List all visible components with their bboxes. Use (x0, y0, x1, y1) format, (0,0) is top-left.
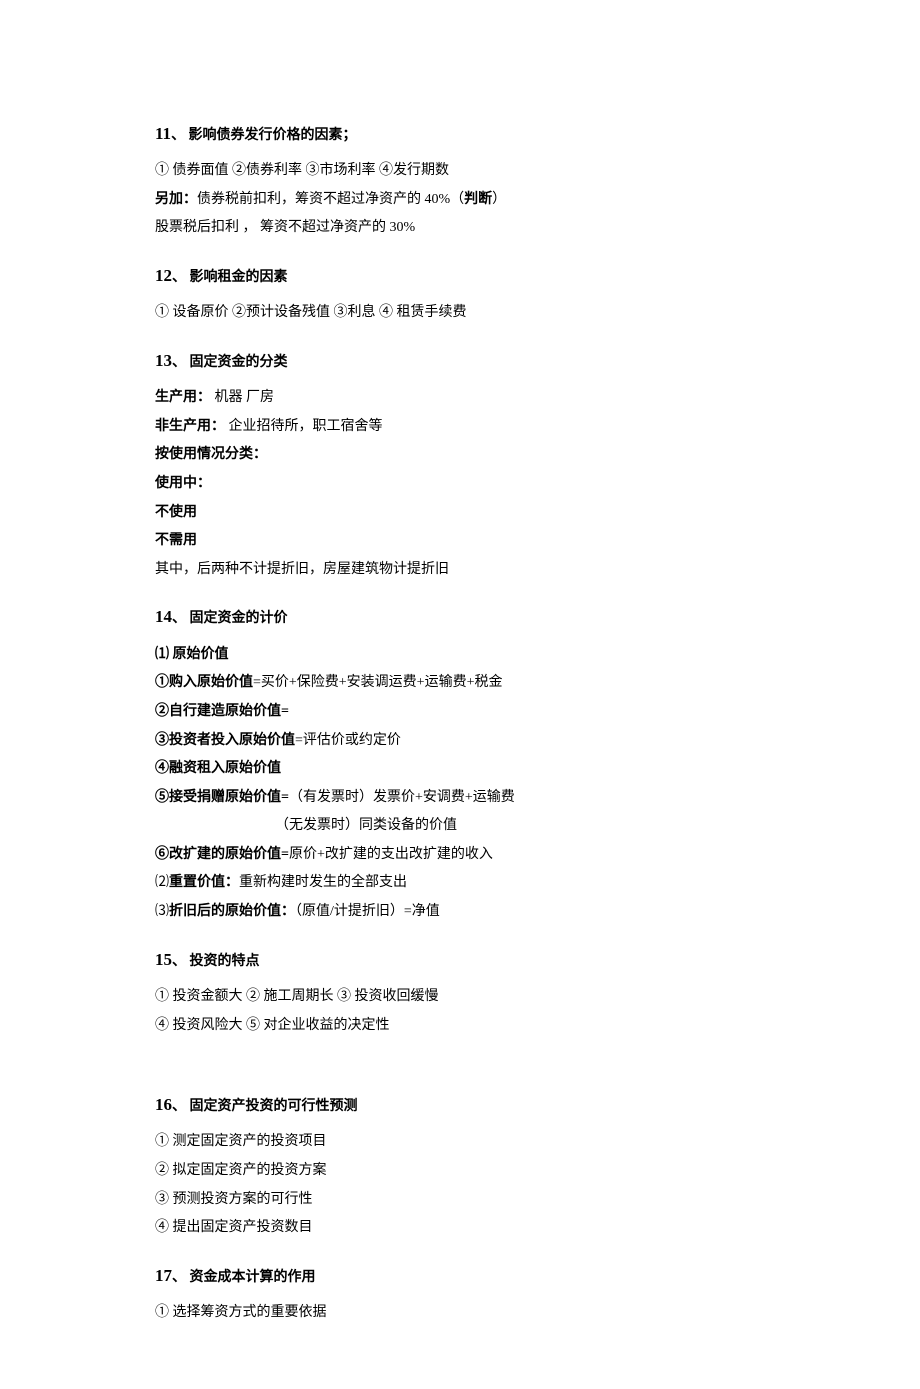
s11-line3: 股票税后扣利 ， 筹资不超过净资产的 30% (155, 215, 765, 242)
section-14-num: 14 (155, 607, 172, 626)
s14-line3: ②自行建造原始价值= (155, 699, 765, 726)
s14-line8: ⑥改扩建的原始价值=原价+改扩建的支出改扩建的收入 (155, 842, 765, 869)
section-17-num: 17 (155, 1266, 172, 1285)
section-12-num: 12 (155, 266, 172, 285)
s17-line1: ① 选择筹资方式的重要依据 (155, 1300, 765, 1327)
section-15-title: 15、 投资的特点 (155, 944, 765, 976)
s14-line6: ⑤接受捐赠原始价值=（有发票时）发票价+安调费+运输费 (155, 785, 765, 812)
section-13-title: 13、 固定资金的分类 (155, 345, 765, 377)
s13-line6: 不需用 (155, 528, 765, 555)
spacer (155, 1041, 765, 1071)
s14-line1: ⑴ 原始价值 (155, 642, 765, 669)
section-17-title: 17、 资金成本计算的作用 (155, 1260, 765, 1292)
s13-line7: 其中，后两种不计提折旧，房屋建筑物计提折旧 (155, 557, 765, 584)
section-12-title: 12、 影响租金的因素 (155, 260, 765, 292)
s14-line9: ⑵重置价值：重新构建时发生的全部支出 (155, 870, 765, 897)
s16-line4: ④ 提出固定资产投资数目 (155, 1215, 765, 1242)
s16-line1: ① 测定固定资产的投资项目 (155, 1129, 765, 1156)
s12-line1: ① 设备原价 ②预计设备残值 ③利息 ④ 租赁手续费 (155, 300, 765, 327)
s15-line1: ① 投资金额大 ② 施工周期长 ③ 投资收回缓慢 (155, 984, 765, 1011)
s11-line2: 另加：债券税前扣利，筹资不超过净资产的 40%（判断） (155, 187, 765, 214)
section-13-num: 13 (155, 351, 172, 370)
s15-line2: ④ 投资风险大 ⑤ 对企业收益的决定性 (155, 1013, 765, 1040)
s13-line4: 使用中： (155, 471, 765, 498)
s16-line2: ② 拟定固定资产的投资方案 (155, 1158, 765, 1185)
section-11-num: 11 (155, 124, 171, 143)
s14-line4: ③投资者投入原始价值=评估价或约定价 (155, 728, 765, 755)
s14-line10: ⑶折旧后的原始价值：（原值/计提折旧）=净值 (155, 899, 765, 926)
s16-line3: ③ 预测投资方案的可行性 (155, 1187, 765, 1214)
section-14-title: 14、 固定资金的计价 (155, 601, 765, 633)
s13-line2: 非生产用： 企业招待所，职工宿舍等 (155, 414, 765, 441)
s13-line3: 按使用情况分类： (155, 442, 765, 469)
s14-line5: ④融资租入原始价值 (155, 756, 765, 783)
section-11-title: 11、 影响债券发行价格的因素； (155, 118, 765, 150)
s11-line1: ① 债券面值 ②债券利率 ③市场利率 ④发行期数 (155, 158, 765, 185)
section-15-num: 15 (155, 950, 172, 969)
s14-line7: （无发票时）同类设备的价值 (155, 813, 765, 840)
s13-line1: 生产用： 机器 厂房 (155, 385, 765, 412)
s13-line5: 不使用 (155, 500, 765, 527)
section-16-title: 16、 固定资产投资的可行性预测 (155, 1089, 765, 1121)
section-16-num: 16 (155, 1095, 172, 1114)
s14-line2: ①购入原始价值=买价+保险费+安装调运费+运输费+税金 (155, 670, 765, 697)
